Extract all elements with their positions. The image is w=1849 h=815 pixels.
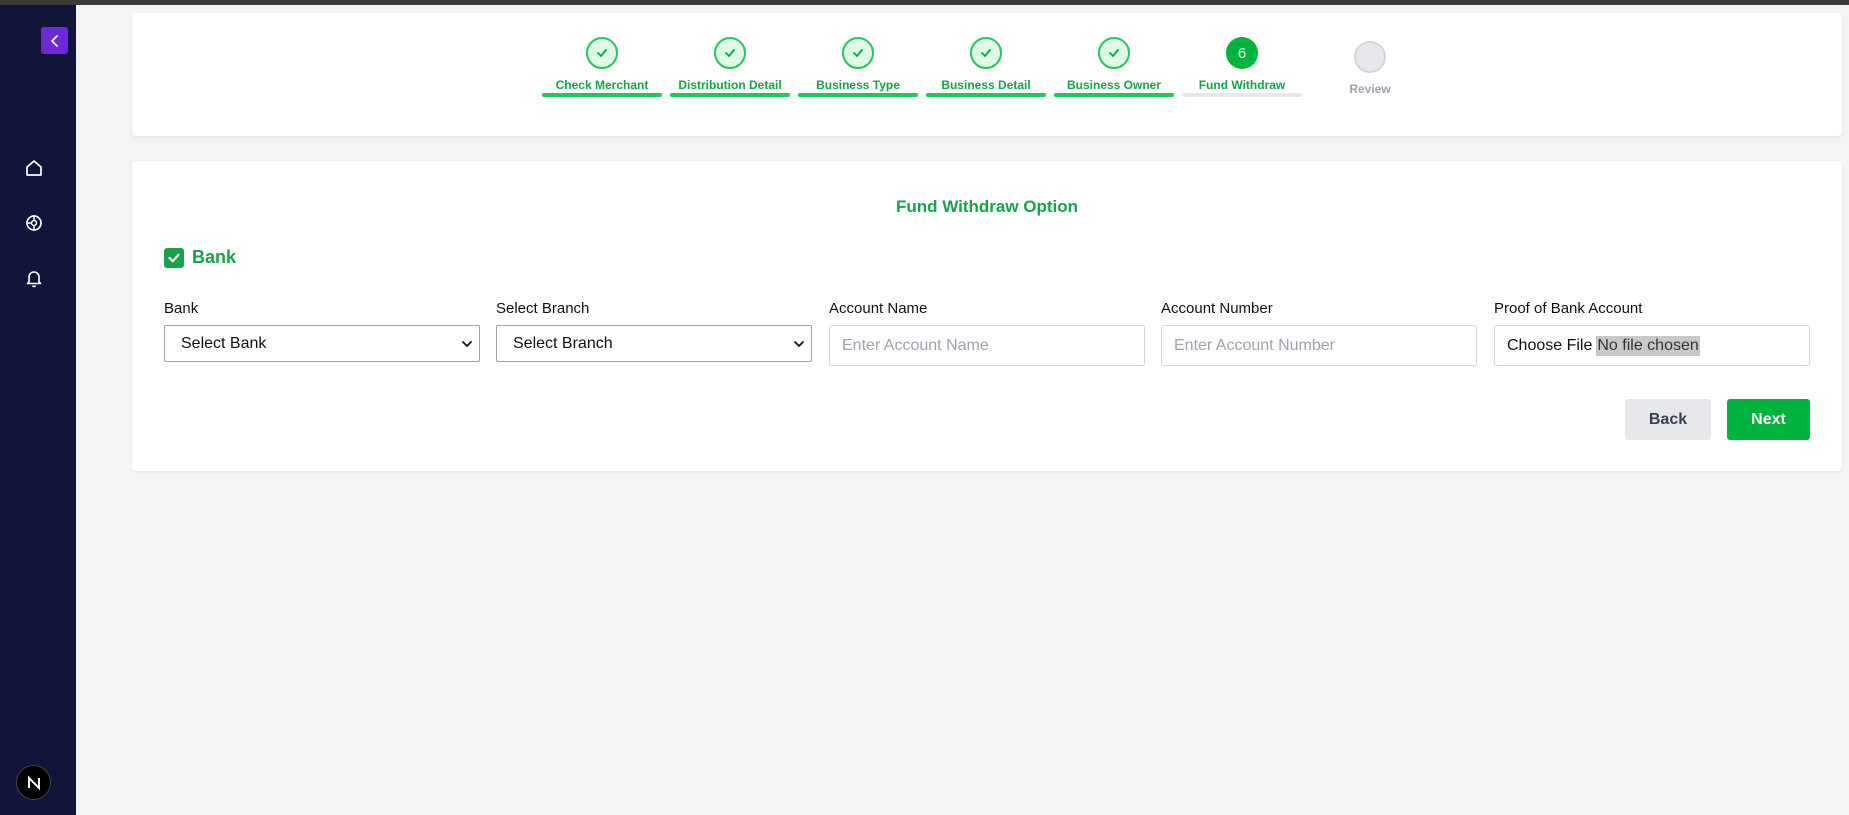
window-top-border <box>0 0 1849 5</box>
sidebar-item-explore[interactable] <box>22 211 46 235</box>
n-logo-icon <box>27 775 40 790</box>
sidebar-collapse-button[interactable] <box>41 27 68 54</box>
step-number-circle: 6 <box>1226 37 1258 69</box>
step-check-circle <box>1098 37 1130 69</box>
check-icon <box>725 49 735 57</box>
account-number-input[interactable]: Enter Account Number <box>1161 325 1477 366</box>
proof-file-input[interactable]: Choose File No file chosen <box>1494 325 1810 366</box>
step-check-circle <box>586 37 618 69</box>
step-progress-bar <box>1182 93 1302 97</box>
check-icon <box>981 49 991 57</box>
file-status-text: No file chosen <box>1596 335 1700 356</box>
check-icon <box>597 49 607 57</box>
proof-of-bank-label: Proof of Bank Account <box>1494 300 1643 317</box>
step-label: Business Owner <box>1066 78 1162 92</box>
step-progress-bar <box>926 93 1046 97</box>
fund-withdraw-form: Fund Withdraw Option Bank Bank Select Ba… <box>132 161 1842 471</box>
back-button[interactable]: Back <box>1625 399 1711 440</box>
step-distribution-detail[interactable]: Distribution Detail <box>670 13 790 136</box>
step-business-type[interactable]: Business Type <box>798 13 918 136</box>
account-name-placeholder: Enter Account Name <box>842 336 989 354</box>
bank-checkbox[interactable] <box>164 248 184 268</box>
step-label: Review <box>1349 82 1391 96</box>
step-check-circle <box>714 37 746 69</box>
bank-label: Bank <box>164 300 199 317</box>
bank-select-value: Select Bank <box>181 334 267 352</box>
account-name-label: Account Name <box>829 300 928 317</box>
branch-field: Select Branch Select Branch <box>496 299 812 362</box>
step-business-owner[interactable]: Business Owner <box>1054 13 1174 136</box>
checkmark-icon <box>168 253 180 263</box>
account-number-placeholder: Enter Account Number <box>1174 336 1335 354</box>
chevron-down-icon <box>462 340 472 347</box>
account-name-input[interactable]: Enter Account Name <box>829 325 1145 366</box>
sidebar-item-home[interactable] <box>22 156 46 180</box>
home-icon <box>26 160 42 176</box>
step-progress-bar <box>542 93 662 97</box>
step-progress-bar <box>670 93 790 97</box>
step-label: Check Merchant <box>555 78 649 92</box>
bank-checkbox-label[interactable]: Bank <box>192 247 236 268</box>
account-name-field: Account Name Enter Account Name <box>829 299 1145 366</box>
step-progress-bar <box>1054 93 1174 97</box>
check-icon <box>1109 49 1119 57</box>
step-label: Fund Withdraw <box>1198 78 1286 92</box>
step-fund-withdraw[interactable]: 6 Fund Withdraw <box>1182 13 1302 136</box>
step-check-circle <box>970 37 1002 69</box>
account-number-field: Account Number Enter Account Number <box>1161 299 1477 366</box>
branch-select[interactable]: Select Branch <box>496 325 812 362</box>
chevron-left-icon <box>50 34 58 47</box>
form-title: Fund Withdraw Option <box>895 197 1079 216</box>
bank-field: Bank Select Bank <box>164 299 480 362</box>
avatar[interactable] <box>16 765 51 800</box>
proof-of-bank-field: Proof of Bank Account Choose File No fil… <box>1494 299 1810 366</box>
step-pending-circle <box>1354 41 1386 73</box>
stepper-card: Check Merchant Distribution Detail Busin… <box>132 13 1842 136</box>
bell-icon <box>26 271 42 288</box>
chevron-down-icon <box>794 340 804 347</box>
check-icon <box>853 49 863 57</box>
compass-icon <box>26 215 42 231</box>
step-label: Business Detail <box>941 78 1031 92</box>
branch-label: Select Branch <box>496 300 590 317</box>
account-number-label: Account Number <box>1161 300 1273 317</box>
step-progress-bar <box>798 93 918 97</box>
sidebar-item-notifications[interactable] <box>22 266 46 290</box>
sidebar <box>0 5 76 815</box>
next-button[interactable]: Next <box>1727 399 1810 440</box>
step-business-detail[interactable]: Business Detail <box>926 13 1046 136</box>
choose-file-button[interactable]: Choose File <box>1507 337 1592 355</box>
step-check-circle <box>842 37 874 69</box>
step-review[interactable]: Review <box>1310 13 1430 136</box>
step-label: Distribution Detail <box>678 78 782 92</box>
branch-select-value: Select Branch <box>513 334 613 352</box>
step-check-merchant[interactable]: Check Merchant <box>542 13 662 136</box>
bank-select[interactable]: Select Bank <box>164 325 480 362</box>
step-label: Business Type <box>816 78 900 92</box>
